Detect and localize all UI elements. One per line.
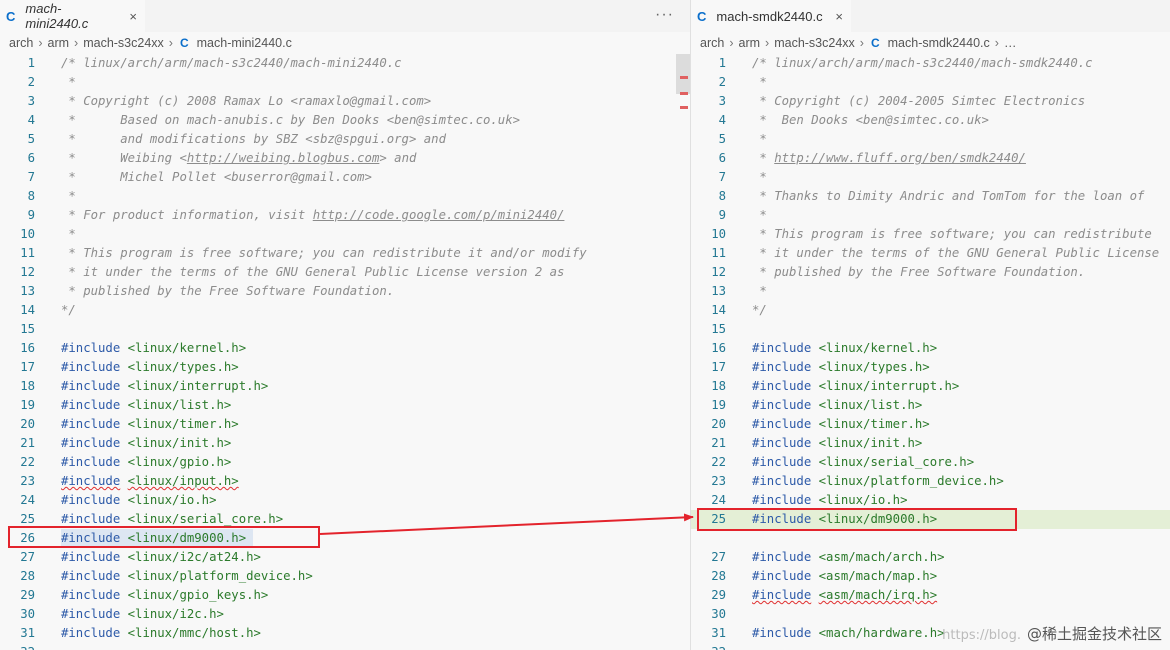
watermark: https://blog. @稀土掘金技术社区	[942, 623, 1162, 644]
watermark-faint: https://blog.	[942, 628, 1021, 643]
watermark-text: @稀土掘金技术社区	[1026, 625, 1162, 643]
arrow-annotation	[319, 513, 694, 535]
arrow-line	[319, 513, 694, 535]
